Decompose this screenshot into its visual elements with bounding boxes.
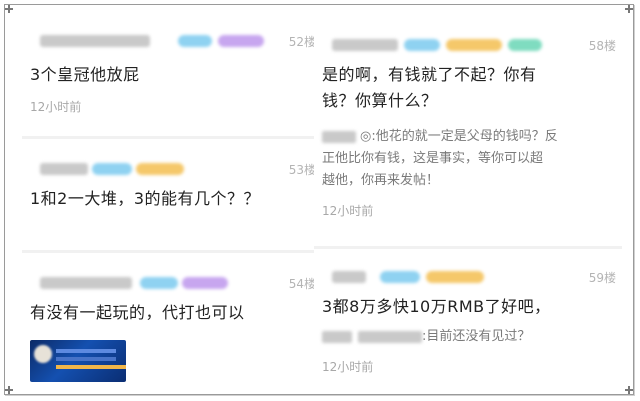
- quoted-username-blurred: [358, 330, 422, 343]
- quoted-reply: :目前还没有见过？: [322, 326, 614, 348]
- quoted-reply: ◎:他花的就一定是父母的钱吗？反 正他比你有钱，这是事实，等你可以超 越他，你再…: [322, 126, 614, 192]
- frame-corner-mark: [5, 386, 13, 394]
- quoted-text-line: 正他比你有钱，这是事实，等你可以超: [322, 151, 544, 166]
- username-blurred: [332, 39, 398, 51]
- reply-post-58[interactable]: 58楼 是的啊，有钱就了不起？你有 钱？你算什么？ ◎:他花的就一定是父母的钱吗…: [314, 12, 622, 250]
- reply-content: 1和2一大堆，3的能有几个？？: [30, 189, 261, 208]
- reply-time: 12小时前: [322, 360, 374, 374]
- reply-time: 12小时前: [322, 204, 374, 218]
- vip-badge: [446, 39, 502, 51]
- reply-content-line: 钱？你算什么？: [322, 91, 438, 110]
- reply-post-52[interactable]: 52楼 3个皇冠他放屁 12小时前: [22, 12, 322, 134]
- floor-number: 59楼: [588, 271, 616, 285]
- vip-badge: [182, 277, 228, 289]
- username-blurred: [332, 271, 366, 283]
- level-badge: [92, 163, 132, 175]
- user-info: 54楼: [30, 274, 316, 292]
- reply-column-left: 52楼 3个皇冠他放屁 12小时前 53楼 1和2一大堆，3的能有几个？？ 54…: [22, 12, 322, 382]
- quoted-text-line: ◎:他花的就一定是父母的钱吗？反: [360, 129, 558, 144]
- level-badge: [380, 271, 420, 283]
- frame-corner-mark: [625, 5, 633, 13]
- floor-number: 58楼: [588, 39, 616, 53]
- floor-number: 52楼: [288, 35, 316, 49]
- quoted-text-line: 越他，你再来发帖！: [322, 173, 440, 188]
- post-divider: [22, 136, 322, 139]
- reply-post-54[interactable]: 54楼 有没有一起玩的，代打也可以: [22, 256, 322, 382]
- reply-post-53[interactable]: 53楼 1和2一大堆，3的能有几个？？: [22, 140, 322, 246]
- user-info: 53楼: [30, 160, 316, 178]
- username-blurred: [40, 163, 88, 175]
- reply-content-line: 是的啊，有钱就了不起？你有: [322, 65, 537, 84]
- reply-content: 是的啊，有钱就了不起？你有 钱？你算什么？: [322, 62, 614, 114]
- username-blurred: [40, 277, 132, 289]
- floor-number: 54楼: [288, 277, 316, 291]
- quoted-text: :目前还没有见过？: [422, 329, 531, 344]
- post-divider: [22, 250, 322, 253]
- level-badge: [404, 39, 440, 51]
- reply-content: 有没有一起玩的，代打也可以: [30, 303, 245, 322]
- reply-time: 12小时前: [30, 100, 82, 114]
- reply-content: 3个皇冠他放屁: [30, 65, 140, 84]
- frame-corner-mark: [625, 386, 633, 394]
- vip-badge: [136, 163, 184, 175]
- vip-badge: [218, 35, 264, 47]
- quoted-username-blurred: [322, 130, 356, 143]
- reply-column-right: 58楼 是的啊，有钱就了不起？你有 钱？你算什么？ ◎:他花的就一定是父母的钱吗…: [314, 12, 622, 382]
- user-info: 52楼: [30, 32, 316, 50]
- floor-number: 53楼: [288, 163, 316, 177]
- frame-corner-mark: [5, 5, 13, 13]
- quoted-username-blurred: [322, 330, 352, 343]
- member-badge: [508, 39, 542, 51]
- username-blurred: [40, 35, 150, 47]
- game-screenshot-thumbnail[interactable]: [30, 340, 126, 382]
- post-divider: [314, 246, 622, 249]
- level-badge: [178, 35, 212, 47]
- user-info: 59楼: [322, 268, 616, 286]
- vip-badge: [426, 271, 484, 283]
- level-badge: [140, 277, 178, 289]
- user-info: 58楼: [322, 36, 616, 54]
- reply-post-59[interactable]: 59楼 3都8万多快10万RMB了好吧， :目前还没有见过？ 12小时前: [314, 250, 622, 382]
- reply-content: 3都8万多快10万RMB了好吧，: [322, 297, 551, 316]
